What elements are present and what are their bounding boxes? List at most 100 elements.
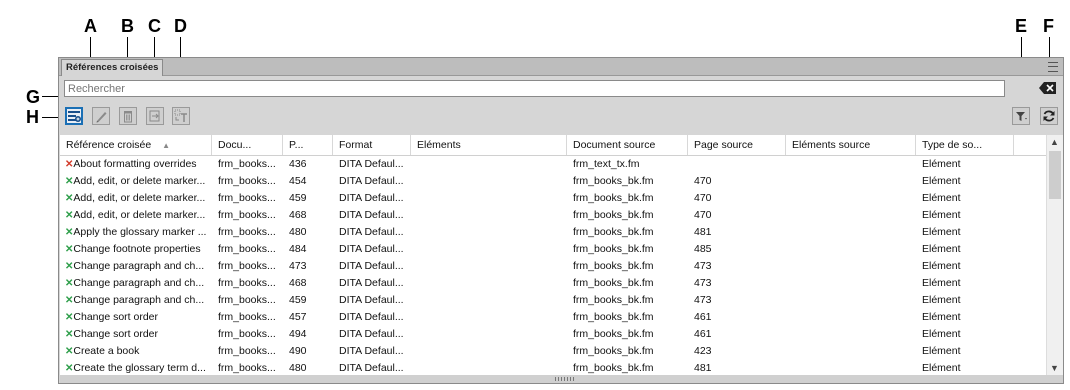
clear-search-button[interactable] <box>1037 79 1059 97</box>
panel-menu-icon[interactable] <box>1048 62 1058 72</box>
table-row[interactable]: ✕Add, edit, or delete marker... frm_books… <box>60 173 1046 190</box>
cell-source-elements <box>786 343 916 360</box>
refresh-button[interactable] <box>1040 107 1058 125</box>
cell-page-text: 459 <box>289 294 307 306</box>
cell-source-document: frm_books_bk.fm <box>567 190 688 207</box>
table-row[interactable]: ✕Create the glossary term d... frm_books.… <box>60 360 1046 375</box>
column-header-source-elements[interactable]: Eléments source <box>786 135 916 155</box>
table-row[interactable]: ✕Change paragraph and ch... frm_books... 4… <box>60 275 1046 292</box>
cell-document: frm_books... <box>212 275 283 292</box>
cell-cross-reference: ✕Change sort order <box>60 326 212 343</box>
tab-cross-references[interactable]: Références croisées <box>61 59 164 76</box>
delete-button[interactable] <box>119 107 137 125</box>
cell-source-document-text: frm_books_bk.fm <box>573 311 654 323</box>
cell-document: frm_books... <box>212 241 283 258</box>
cell-document-text: frm_books... <box>218 175 276 187</box>
table-header: Référence croisée ▲ Docu... P... Format … <box>60 135 1046 156</box>
cell-cross-reference: ✕Change paragraph and ch... <box>60 292 212 309</box>
cell-format: DITA Defaul... <box>333 360 411 375</box>
cell-document: frm_books... <box>212 207 283 224</box>
cell-format-text: DITA Defaul... <box>339 226 404 238</box>
convert-text-button[interactable] <box>172 107 190 125</box>
cell-source-page: 461 <box>688 309 786 326</box>
cell-source-elements <box>786 292 916 309</box>
edit-button[interactable] <box>92 107 110 125</box>
cell-source-page: 470 <box>688 190 786 207</box>
table-row[interactable]: ✕About formatting overrides frm_books... 4… <box>60 156 1046 173</box>
cell-page: 494 <box>283 326 333 343</box>
scroll-up-icon[interactable]: ▲ <box>1050 137 1059 147</box>
cell-page-text: 436 <box>289 158 307 170</box>
cell-source-page-text: 485 <box>694 243 712 255</box>
table-row[interactable]: ✕Change paragraph and ch... frm_books... 4… <box>60 258 1046 275</box>
vertical-scrollbar[interactable]: ▲ ▼ <box>1046 135 1063 375</box>
column-header-document[interactable]: Docu... <box>212 135 283 155</box>
table-row[interactable]: ✕Change sort order frm_books... 457 DITA De… <box>60 309 1046 326</box>
cell-source-page: 481 <box>688 360 786 375</box>
cell-source-elements <box>786 224 916 241</box>
cell-document-text: frm_books... <box>218 311 276 323</box>
column-header-source-type[interactable]: Type de so... <box>916 135 1014 155</box>
cell-source-type: Elément <box>916 207 1014 224</box>
resize-grip-icon[interactable] <box>555 377 575 381</box>
cell-page-text: 468 <box>289 209 307 221</box>
cell-source-elements <box>786 173 916 190</box>
cell-source-document-text: frm_books_bk.fm <box>573 294 654 306</box>
column-header-cross-reference[interactable]: Référence croisée ▲ <box>60 135 212 155</box>
cell-source-document: frm_books_bk.fm <box>567 343 688 360</box>
cell-source-document-text: frm_text_tx.fm <box>573 158 640 170</box>
table-row[interactable]: ✕Change paragraph and ch... frm_books... 4… <box>60 292 1046 309</box>
cell-source-page-text: 423 <box>694 345 712 357</box>
callout-d: D <box>174 16 187 36</box>
cell-source-page: 481 <box>688 224 786 241</box>
cell-source-type: Elément <box>916 309 1014 326</box>
panel-resize-bar[interactable] <box>60 375 1063 383</box>
cell-document-text: frm_books... <box>218 192 276 204</box>
cell-source-document-text: frm_books_bk.fm <box>573 260 654 272</box>
cell-elements <box>411 292 567 309</box>
column-header-elements[interactable]: Eléments <box>411 135 567 155</box>
filter-icon <box>1016 112 1027 121</box>
cell-cross-reference-text: Add, edit, or delete marker... <box>73 175 206 187</box>
cell-format-text: DITA Defaul... <box>339 277 404 289</box>
column-header-source-document[interactable]: Document source <box>567 135 688 155</box>
column-header-page[interactable]: P... <box>283 135 333 155</box>
table-row[interactable]: ✕Create a book frm_books... 490 DITA Defaul… <box>60 343 1046 360</box>
sort-ascending-icon: ▲ <box>162 141 171 150</box>
cell-source-type: Elément <box>916 292 1014 309</box>
scroll-down-icon[interactable]: ▼ <box>1050 363 1059 373</box>
insert-source-button[interactable] <box>146 107 164 125</box>
cell-source-document: frm_books_bk.fm <box>567 224 688 241</box>
cell-document-text: frm_books... <box>218 226 276 238</box>
cell-source-document-text: frm_books_bk.fm <box>573 226 654 238</box>
table-row[interactable]: ✕Add, edit, or delete marker... frm_books… <box>60 207 1046 224</box>
table-row[interactable]: ✕Change footnote properties frm_books... 4… <box>60 241 1046 258</box>
cell-page: 468 <box>283 207 333 224</box>
table-row[interactable]: ✕Add, edit, or delete marker... frm_books… <box>60 190 1046 207</box>
cell-cross-reference: ✕Change paragraph and ch... <box>60 258 212 275</box>
filter-button[interactable] <box>1012 107 1030 125</box>
cell-source-document-text: frm_books_bk.fm <box>573 192 654 204</box>
cell-page-text: 457 <box>289 311 307 323</box>
cell-cross-reference: ✕Create a book <box>60 343 212 360</box>
cell-document: frm_books... <box>212 343 283 360</box>
cross-references-panel: Références croisées Rechercher Référence… <box>58 57 1064 384</box>
cell-elements <box>411 275 567 292</box>
vertical-scroll-thumb[interactable] <box>1049 151 1061 199</box>
cell-source-type: Elément <box>916 156 1014 173</box>
column-header-format[interactable]: Format <box>333 135 411 155</box>
insert-icon <box>149 110 160 122</box>
cell-format-text: DITA Defaul... <box>339 243 404 255</box>
table-row[interactable]: ✕Apply the glossary marker ... frm_books.… <box>60 224 1046 241</box>
add-crossref-button[interactable] <box>65 107 83 125</box>
callout-f: F <box>1043 16 1054 36</box>
search-input[interactable] <box>64 80 1005 97</box>
cell-source-document: frm_text_tx.fm <box>567 156 688 173</box>
column-header-source-page[interactable]: Page source <box>688 135 786 155</box>
cell-source-document: frm_books_bk.fm <box>567 275 688 292</box>
pencil-icon <box>96 112 107 123</box>
cell-source-document-text: frm_books_bk.fm <box>573 277 654 289</box>
cell-cross-reference-text: Change paragraph and ch... <box>73 260 205 272</box>
table-row[interactable]: ✕Change sort order frm_books... 494 DITA De… <box>60 326 1046 343</box>
add-crossref-icon <box>68 111 81 122</box>
